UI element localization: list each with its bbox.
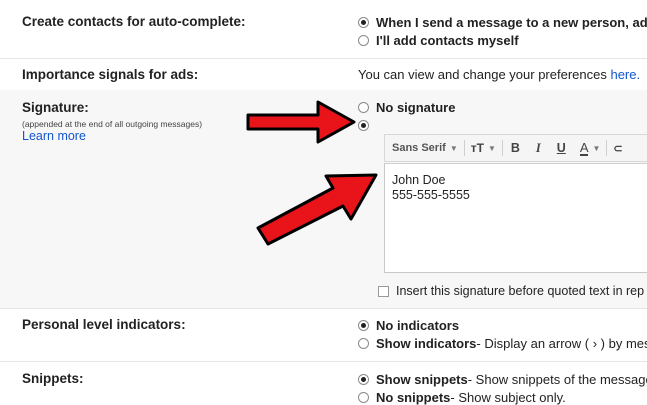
row-personal-level: Personal level indicators: No indicators… (0, 308, 647, 362)
learn-more-link[interactable]: Learn more (22, 129, 86, 143)
personal-level-label: Personal level indicators: (22, 317, 186, 332)
chevron-down-icon: ▼ (449, 143, 458, 153)
italic-button[interactable]: I (528, 134, 549, 162)
underline-button[interactable]: U (549, 134, 574, 162)
importance-signals-label: Importance signals for ads: (22, 67, 199, 82)
underline-icon: U (556, 141, 566, 155)
signature-line-phone: 555-555-5555 (392, 188, 470, 202)
bold-icon: B (510, 141, 520, 155)
signature-line-name: John Doe (392, 173, 446, 187)
chevron-down-icon: ▼ (487, 143, 496, 153)
insert-before-quoted-checkbox[interactable] (378, 285, 389, 297)
row-create-contacts: Create contacts for auto-complete: When … (0, 0, 647, 59)
show-indicators-description: - Display an arrow ( › ) by mes (476, 335, 647, 351)
radio-label: No indicators (376, 317, 460, 333)
red-arrow-icon (256, 173, 378, 246)
italic-icon: I (535, 140, 541, 155)
importance-signals-text: You can view and change your preferences… (358, 67, 640, 82)
radio-option-add-myself[interactable]: I'll add contacts myself (358, 32, 519, 48)
insert-before-quoted-option[interactable]: Insert this signature before quoted text… (378, 283, 644, 299)
preferences-here-link[interactable]: here. (610, 67, 640, 82)
radio-label: No snippets (376, 389, 451, 405)
radio-label: When I send a message to a new person, a… (376, 14, 647, 30)
text-size-icon: ᴛT (470, 141, 484, 155)
no-snippets-description: - Show subject only. (450, 389, 566, 405)
snippets-label: Snippets: (22, 371, 84, 386)
radio-button[interactable] (358, 16, 369, 28)
insert-before-quoted-label: Insert this signature before quoted text… (396, 284, 645, 298)
text-color-icon: A (579, 139, 589, 156)
radio-button[interactable] (358, 34, 369, 46)
signature-toolbar: Sans Serif ▼ ᴛT ▼ B I U A ▼ ⊂ (384, 134, 647, 162)
show-snippets-description: - Show snippets of the message (467, 371, 647, 387)
radio-button[interactable] (358, 391, 369, 403)
font-family-value: Sans Serif (392, 142, 446, 154)
radio-label: No signature (376, 99, 456, 115)
signature-label: Signature: (22, 100, 89, 115)
row-snippets: Snippets: Show snippets - Show snippets … (0, 361, 647, 405)
radio-option-add-new-person[interactable]: When I send a message to a new person, a… (358, 14, 647, 30)
red-arrow-icon (246, 100, 356, 144)
chevron-down-icon: ▼ (592, 143, 601, 153)
radio-option-no-snippets[interactable]: No snippets - Show subject only. (358, 389, 566, 405)
radio-button[interactable] (358, 373, 369, 385)
create-contacts-label: Create contacts for auto-complete: (22, 14, 246, 29)
font-size-dropdown[interactable]: ᴛT ▼ (465, 134, 502, 162)
radio-button[interactable] (358, 319, 369, 331)
radio-option-no-signature[interactable]: No signature (358, 99, 455, 115)
radio-label: Show snippets (376, 371, 468, 387)
radio-label: Show indicators (376, 335, 477, 351)
radio-option-show-indicators[interactable]: Show indicators - Display an arrow ( › )… (358, 335, 647, 351)
text-color-dropdown[interactable]: A ▼ (574, 134, 607, 162)
row-importance-signals: Importance signals for ads: You can view… (0, 58, 647, 91)
signature-editor[interactable]: John Doe 555-555-5555 (384, 163, 647, 273)
radio-label: I'll add contacts myself (376, 32, 519, 48)
font-family-dropdown[interactable]: Sans Serif ▼ (385, 134, 464, 162)
signature-note: (appended at the end of all outgoing mes… (22, 119, 203, 129)
importance-signals-description: You can view and change your preferences (358, 67, 611, 82)
radio-option-custom-signature[interactable] (358, 117, 376, 133)
bold-button[interactable]: B (503, 134, 528, 162)
link-icon: ⊂ (613, 142, 623, 155)
radio-button[interactable] (358, 337, 369, 349)
radio-option-no-indicators[interactable]: No indicators (358, 317, 459, 333)
insert-link-button[interactable]: ⊂ (607, 134, 628, 162)
radio-option-show-snippets[interactable]: Show snippets - Show snippets of the mes… (358, 371, 647, 387)
